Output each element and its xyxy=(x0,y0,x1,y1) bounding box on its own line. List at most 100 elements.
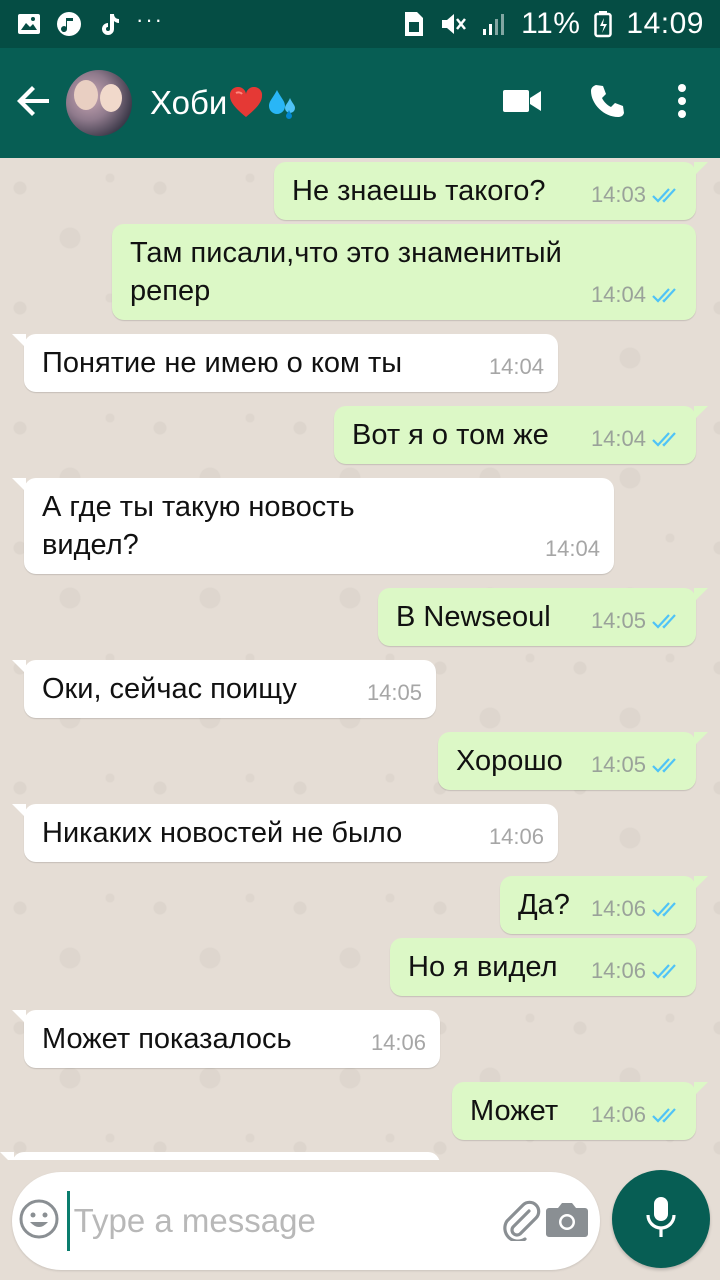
message-meta: 14:06 xyxy=(591,952,682,990)
message-outgoing[interactable]: Там писали,что это знаменитый репер 14:0… xyxy=(112,224,696,320)
battery-icon xyxy=(594,10,613,38)
contact-name: Хоби xyxy=(150,84,228,121)
attach-button[interactable] xyxy=(499,1172,541,1270)
gallery-icon xyxy=(16,11,42,37)
read-ticks-icon xyxy=(652,186,682,204)
message-outgoing[interactable]: Хорошо 14:05 xyxy=(438,732,708,790)
camera-icon xyxy=(545,1200,589,1243)
read-ticks-icon xyxy=(652,430,682,448)
status-bar: ··· 11% 14:09 xyxy=(0,0,720,48)
message-text: А где ты такую новость видел? xyxy=(42,491,355,561)
message-time: 14:06 xyxy=(488,824,544,849)
read-ticks-icon xyxy=(652,612,682,630)
back-arrow-icon xyxy=(15,82,53,125)
message-time: 14:06 xyxy=(370,1030,426,1055)
message-meta: 14:04 xyxy=(545,530,600,568)
message-meta: 14:06 xyxy=(591,890,682,928)
emoji-button[interactable] xyxy=(12,1172,67,1270)
message-meta: 14:05 xyxy=(367,674,422,712)
avatar[interactable] xyxy=(66,70,132,136)
heart-emoji xyxy=(229,87,263,119)
message-text: Может показалось xyxy=(42,1023,292,1055)
message-time: 14:06 xyxy=(590,958,646,983)
message-outgoing[interactable]: Но я видел 14:06 xyxy=(390,938,696,996)
message-outgoing[interactable]: Не знаешь такого? 14:03 xyxy=(274,162,708,220)
message-text: Да? xyxy=(518,889,570,921)
message-time: 14:05 xyxy=(590,752,646,777)
message-text: Никаких новостей не было xyxy=(42,817,403,849)
message-incoming[interactable]: А где ты такую новость видел? 14:04 xyxy=(12,478,614,574)
smiley-icon xyxy=(18,1198,60,1245)
more-notifications: ··· xyxy=(136,7,164,32)
chat-header: Хоби xyxy=(0,48,720,158)
message-time: 14:04 xyxy=(544,536,600,561)
microphone-icon xyxy=(644,1195,678,1244)
message-meta: 14:04 xyxy=(489,348,544,386)
message-composer xyxy=(12,1172,600,1270)
message-meta: 14:06 xyxy=(489,818,544,856)
message-text: В Newseoul xyxy=(396,601,551,633)
more-options-button[interactable] xyxy=(652,48,712,158)
camera-button[interactable] xyxy=(541,1172,594,1270)
message-time: 14:06 xyxy=(590,1102,646,1127)
voice-call-button[interactable] xyxy=(562,48,652,158)
sim-icon xyxy=(403,10,425,38)
video-call-icon xyxy=(502,87,542,120)
message-time: 14:05 xyxy=(590,608,646,633)
status-bar-right: 11% 14:09 xyxy=(403,7,704,41)
message-meta: 14:04 xyxy=(591,420,682,458)
message-incoming[interactable]: Никаких новостей не было 14:06 xyxy=(12,804,558,862)
signal-icon xyxy=(481,11,507,37)
message-time: 14:05 xyxy=(366,680,422,705)
message-incoming[interactable]: Может показалось 14:06 xyxy=(12,1010,440,1068)
back-button[interactable] xyxy=(2,48,66,158)
phone-icon xyxy=(588,82,626,125)
message-incoming[interactable]: Понятие не имею о ком ты 14:04 xyxy=(12,334,558,392)
message-incoming-partial[interactable] xyxy=(0,1152,440,1160)
message-outgoing[interactable]: В Newseoul 14:05 xyxy=(378,588,708,646)
message-text: Там писали,что это знаменитый репер xyxy=(130,237,562,307)
tiktok-icon xyxy=(96,11,122,37)
message-text: Вот я о том же xyxy=(352,419,549,451)
music-icon xyxy=(56,11,82,37)
message-time: 14:04 xyxy=(590,426,646,451)
message-meta: 14:04 xyxy=(591,276,682,314)
clock: 14:09 xyxy=(626,7,704,40)
message-text: Понятие не имею о ком ты xyxy=(42,347,403,379)
read-ticks-icon xyxy=(652,900,682,918)
message-time: 14:03 xyxy=(590,182,646,207)
status-bar-left: ··· xyxy=(16,7,164,37)
message-outgoing[interactable]: Вот я о том же 14:04 xyxy=(334,406,708,464)
message-text: Может xyxy=(470,1095,559,1127)
message-text: Не знаешь такого? xyxy=(292,175,546,207)
message-outgoing[interactable]: Может 14:06 xyxy=(452,1082,708,1140)
paperclip-icon xyxy=(499,1197,541,1246)
message-meta: 14:06 xyxy=(371,1024,426,1062)
read-ticks-icon xyxy=(652,1106,682,1124)
contact-title[interactable]: Хоби xyxy=(150,84,482,122)
message-meta: 14:05 xyxy=(591,746,682,784)
message-input[interactable] xyxy=(66,1191,499,1251)
message-outgoing[interactable]: Да? 14:06 xyxy=(500,876,708,934)
message-meta: 14:03 xyxy=(591,176,682,214)
message-incoming[interactable]: Оки, сейчас поищу 14:05 xyxy=(12,660,436,718)
message-time: 14:06 xyxy=(590,896,646,921)
message-text: Хорошо xyxy=(456,745,563,777)
sweat-droplets-emoji xyxy=(265,86,299,120)
message-meta: 14:05 xyxy=(591,602,682,640)
message-text: Но я видел xyxy=(408,951,558,983)
battery-percent: 11% xyxy=(521,7,581,40)
message-time: 14:04 xyxy=(488,354,544,379)
message-list[interactable]: Не знаешь такого? 14:03 Там писали,что э… xyxy=(0,158,720,1160)
message-text: Оки, сейчас поищу xyxy=(42,673,297,705)
video-call-button[interactable] xyxy=(482,48,562,158)
read-ticks-icon xyxy=(652,756,682,774)
message-time: 14:04 xyxy=(590,282,646,307)
header-actions xyxy=(482,48,720,158)
more-vert-icon xyxy=(677,83,687,124)
message-meta: 14:06 xyxy=(591,1096,682,1134)
mute-icon xyxy=(439,10,467,38)
voice-message-button[interactable] xyxy=(612,1170,710,1268)
read-ticks-icon xyxy=(652,962,682,980)
read-ticks-icon xyxy=(652,286,682,304)
